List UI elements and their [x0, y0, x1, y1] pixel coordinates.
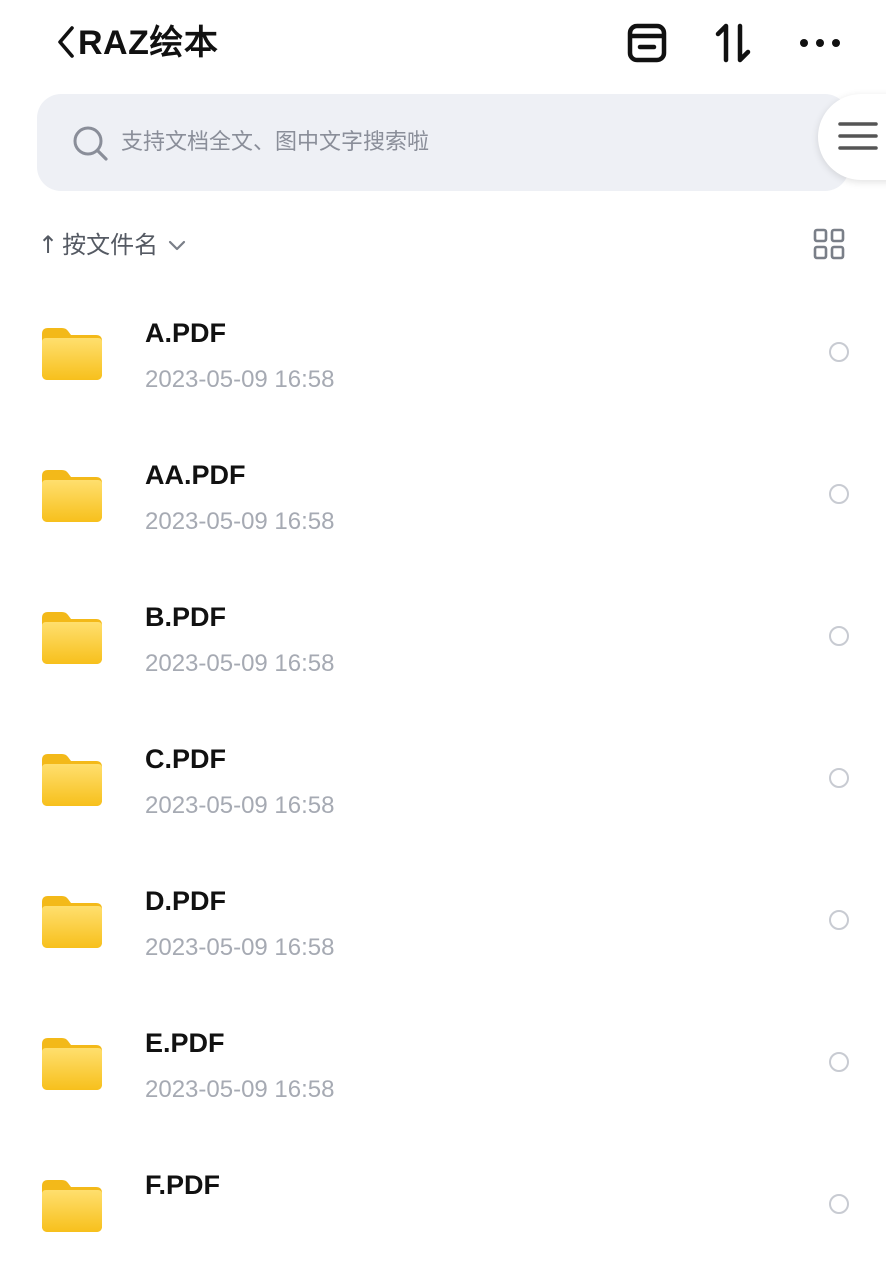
folder-icon — [40, 752, 104, 808]
file-name: A.PDF — [145, 318, 226, 348]
folder-icon — [40, 468, 104, 524]
select-radio[interactable] — [829, 768, 849, 788]
file-date: 2023-05-09 16:58 — [145, 934, 335, 961]
sort-selector[interactable]: ↑ 按文件名 — [38, 222, 188, 266]
file-row[interactable]: A.PDF 2023-05-09 16:58 — [0, 286, 886, 428]
file-row[interactable]: E.PDF 2023-05-09 16:58 — [0, 996, 886, 1138]
select-radio[interactable] — [829, 910, 849, 930]
file-name: E.PDF — [145, 1028, 225, 1058]
file-date: 2023-05-09 16:58 — [145, 650, 335, 677]
file-row[interactable]: D.PDF 2023-05-09 16:58 — [0, 854, 886, 996]
tray-icon — [627, 23, 667, 63]
sort-direction-icon: ↑ — [38, 231, 59, 259]
folder-icon — [40, 610, 104, 666]
more-button[interactable] — [796, 18, 844, 68]
top-bar: RAZ绘本 — [0, 0, 886, 86]
more-dots-icon — [800, 39, 840, 47]
file-name: B.PDF — [145, 602, 226, 632]
select-radio[interactable] — [829, 1052, 849, 1072]
chevron-left-icon — [58, 26, 74, 58]
file-list: A.PDF 2023-05-09 16:58 AA.PDF 2023-05-09… — [0, 286, 886, 1280]
file-name: C.PDF — [145, 744, 226, 774]
file-date: 2023-05-09 16:58 — [145, 792, 335, 819]
grid-view-icon — [813, 228, 845, 260]
sort-arrows-icon — [715, 23, 751, 63]
file-date: 2023-05-09 16:58 — [145, 1076, 335, 1103]
search-icon — [71, 124, 111, 164]
folder-icon — [40, 1178, 104, 1234]
file-date: 2023-05-09 16:58 — [145, 508, 335, 535]
file-date: 2023-05-09 16:58 — [145, 366, 335, 393]
page-title: RAZ绘本 — [78, 24, 219, 62]
file-row[interactable]: B.PDF 2023-05-09 16:58 — [0, 570, 886, 712]
sort-order-button[interactable] — [710, 18, 758, 68]
folder-icon — [40, 326, 104, 382]
file-name: AA.PDF — [145, 460, 246, 490]
hamburger-menu-icon — [838, 122, 878, 150]
select-radio[interactable] — [829, 342, 849, 362]
file-row[interactable]: F.PDF — [0, 1138, 886, 1280]
file-name: F.PDF — [145, 1170, 221, 1200]
file-row[interactable]: AA.PDF 2023-05-09 16:58 — [0, 428, 886, 570]
sort-label: 按文件名 — [62, 231, 159, 259]
search-bar[interactable] — [37, 94, 849, 191]
select-radio[interactable] — [829, 626, 849, 646]
file-name: D.PDF — [145, 886, 226, 916]
recent-button[interactable] — [624, 18, 672, 68]
folder-icon — [40, 894, 104, 950]
folder-icon — [40, 1036, 104, 1092]
select-radio[interactable] — [829, 1194, 849, 1214]
select-radio[interactable] — [829, 484, 849, 504]
back-button[interactable] — [52, 22, 80, 62]
grid-view-button[interactable] — [813, 228, 845, 260]
search-input[interactable] — [121, 94, 781, 191]
chevron-down-icon — [166, 237, 188, 253]
file-row[interactable]: C.PDF 2023-05-09 16:58 — [0, 712, 886, 854]
